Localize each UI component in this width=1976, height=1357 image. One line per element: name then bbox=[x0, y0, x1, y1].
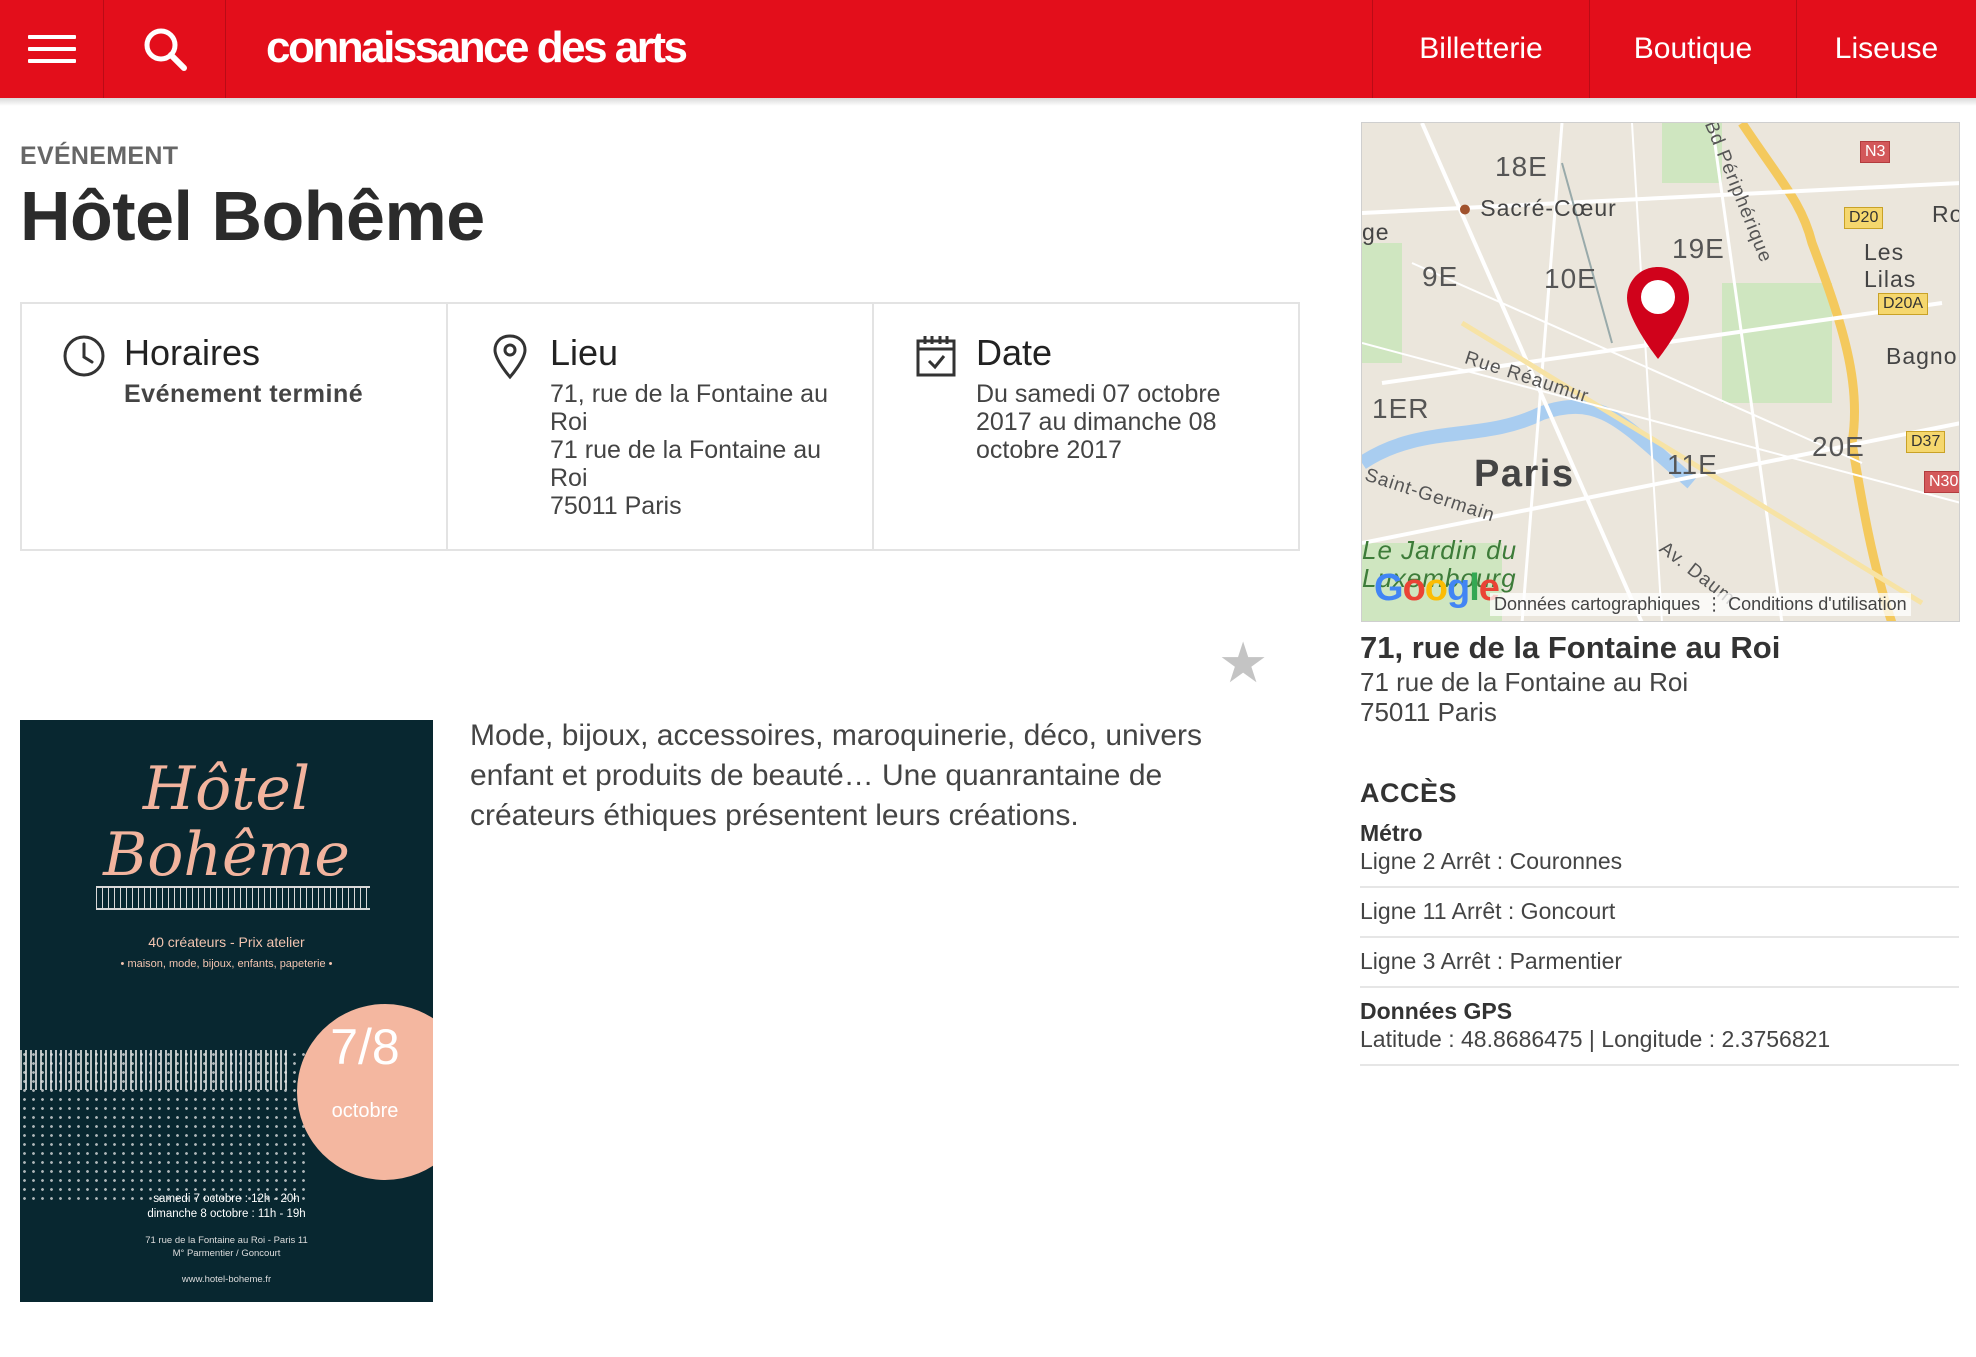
poster-categories: • maison, mode, bijoux, enfants, papeter… bbox=[120, 958, 333, 970]
landmark-icon: ● bbox=[1458, 195, 1473, 221]
poster-decor-grid bbox=[96, 886, 370, 910]
menu-button[interactable] bbox=[0, 0, 104, 98]
map-label-9e: 9E bbox=[1422, 261, 1459, 292]
divider bbox=[1360, 1064, 1959, 1066]
divider bbox=[1360, 936, 1959, 938]
nav-billetterie[interactable]: Billetterie bbox=[1372, 0, 1589, 98]
poster-decor-dots bbox=[20, 1050, 310, 1200]
page-title: Hôtel Bohême bbox=[20, 177, 485, 255]
event-info-box: Horaires Evénement terminé Lieu 71, rue … bbox=[20, 302, 1300, 551]
poster-url: www.hotel-boheme.fr bbox=[181, 1274, 272, 1285]
map-label-jardin-1: Le Jardin du bbox=[1362, 535, 1518, 565]
poster-schedule: samedi 7 octobre : 12h - 20h dimanche 8 … bbox=[20, 1192, 433, 1222]
poster-address: 71 rue de la Fontaine au Roi - Paris 11 … bbox=[20, 1234, 433, 1260]
event-poster: Hôtel Bohême 40 créateurs - Prix atelier… bbox=[20, 720, 433, 1302]
date-heading: Date bbox=[976, 332, 1053, 373]
map-shield-d20a: D20A bbox=[1878, 293, 1929, 315]
map-attribution[interactable]: Données cartographiques ⋮ Conditions d'u… bbox=[1490, 593, 1911, 616]
location-map[interactable]: 18E ● Sacré-Cœur ge 9E 10E 19E Les Lilas… bbox=[1361, 122, 1960, 622]
map-shield-n3: N3 bbox=[1860, 141, 1891, 163]
map-label-les-lilas: Les Lilas bbox=[1864, 239, 1917, 292]
metro-line-11: Ligne 11 Arrêt : Goncourt bbox=[1360, 898, 1616, 924]
menu-icon bbox=[27, 27, 76, 71]
site-logo[interactable]: connaissance des arts bbox=[266, 18, 688, 78]
map-shield-d20: D20 bbox=[1844, 207, 1884, 229]
search-button[interactable] bbox=[104, 0, 226, 98]
map-label-1er: 1ER bbox=[1372, 393, 1430, 424]
map-label-bagnolet: Bagno bbox=[1886, 343, 1958, 369]
lieu-line-3: 75011 Paris bbox=[550, 492, 682, 520]
map-label-11e: 11E bbox=[1667, 449, 1718, 480]
map-label-ge: ge bbox=[1362, 219, 1390, 245]
address-title: 71, rue de la Fontaine au Roi bbox=[1360, 630, 1781, 665]
metro-line-3: Ligne 3 Arrêt : Parmentier bbox=[1360, 948, 1623, 974]
poster-title-line-2: Bohême bbox=[103, 820, 350, 890]
divider bbox=[1360, 986, 1959, 988]
date-column: Date Du samedi 07 octobre 2017 au dimanc… bbox=[874, 304, 1298, 549]
search-icon bbox=[144, 28, 187, 71]
lieu-heading: Lieu bbox=[550, 332, 619, 373]
clock-icon bbox=[63, 335, 105, 377]
poster-month: octobre bbox=[331, 1100, 399, 1122]
poster-title-line-1: Hôtel bbox=[142, 754, 311, 824]
nav-boutique[interactable]: Boutique bbox=[1589, 0, 1796, 98]
poster-address-2: M° Parmentier / Goncourt bbox=[172, 1248, 281, 1259]
lieu-line-1: 71, rue de la Fontaine au Roi bbox=[550, 380, 828, 436]
map-label-10e: 10E bbox=[1544, 263, 1597, 294]
lieu-address: 71, rue de la Fontaine au Roi 71 rue de … bbox=[550, 380, 842, 520]
google-logo: Google bbox=[1374, 567, 1500, 609]
poster-date: 7/8 bbox=[330, 1019, 400, 1075]
horaires-heading: Horaires bbox=[124, 332, 261, 373]
event-description: Mode, bijoux, accessoires, maroquinerie,… bbox=[470, 719, 1203, 832]
map-label-ro: Ro bbox=[1932, 201, 1959, 227]
map-shield-d37: D37 bbox=[1906, 431, 1946, 453]
poster-address-1: 71 rue de la Fontaine au Roi - Paris 11 bbox=[145, 1235, 308, 1246]
horaires-column: Horaires Evénement terminé bbox=[22, 304, 448, 549]
top-navigation-bar: connaissance des arts Billetterie Boutiq… bbox=[0, 0, 1976, 98]
map-label-18e: 18E bbox=[1495, 151, 1548, 182]
location-pin-icon bbox=[493, 334, 527, 380]
lieu-line-2: 71 rue de la Fontaine au Roi bbox=[550, 436, 822, 492]
map-pin-icon[interactable] bbox=[1624, 265, 1692, 361]
date-range: Du samedi 07 octobre 2017 au dimanche 08… bbox=[976, 380, 1221, 464]
map-label-sacre-coeur: ● Sacré-Cœur bbox=[1458, 195, 1617, 222]
address-line-1: 71 rue de la Fontaine au Roi bbox=[1360, 667, 1689, 697]
header-shadow bbox=[0, 98, 1976, 106]
map-shield-n30: N30 bbox=[1924, 471, 1959, 493]
acces-heading: ACCÈS bbox=[1360, 778, 1458, 808]
metro-label: Métro bbox=[1360, 820, 1423, 846]
nav-liseuse[interactable]: Liseuse bbox=[1796, 0, 1976, 98]
poster-title: Hôtel Bohême bbox=[20, 756, 433, 888]
metro-line-2: Ligne 2 Arrêt : Couronnes bbox=[1360, 848, 1623, 874]
map-label-19e: 19E bbox=[1672, 233, 1725, 264]
favorite-star-icon[interactable]: ★ bbox=[1218, 630, 1268, 696]
calendar-icon bbox=[916, 336, 956, 377]
map-label-paris: Paris bbox=[1474, 453, 1575, 495]
poster-schedule-2: dimanche 8 octobre : 11h - 19h bbox=[147, 1208, 306, 1220]
event-status: Evénement terminé bbox=[124, 380, 364, 408]
address-line-2: 75011 Paris bbox=[1360, 697, 1497, 727]
poster-subtitle: 40 créateurs - Prix atelier bbox=[148, 934, 305, 950]
lieu-column: Lieu 71, rue de la Fontaine au Roi 71 ru… bbox=[448, 304, 874, 549]
event-kicker: EVÉNEMENT bbox=[20, 142, 179, 170]
gps-label: Données GPS bbox=[1360, 998, 1513, 1024]
map-label-sacre-coeur-text: Sacré-Cœur bbox=[1480, 195, 1617, 221]
map-label-20e: 20E bbox=[1812, 431, 1865, 462]
divider bbox=[1360, 886, 1959, 888]
gps-coordinates: Latitude : 48.8686475 | Longitude : 2.37… bbox=[1360, 1026, 1831, 1052]
poster-schedule-1: samedi 7 octobre : 12h - 20h bbox=[153, 1193, 300, 1205]
